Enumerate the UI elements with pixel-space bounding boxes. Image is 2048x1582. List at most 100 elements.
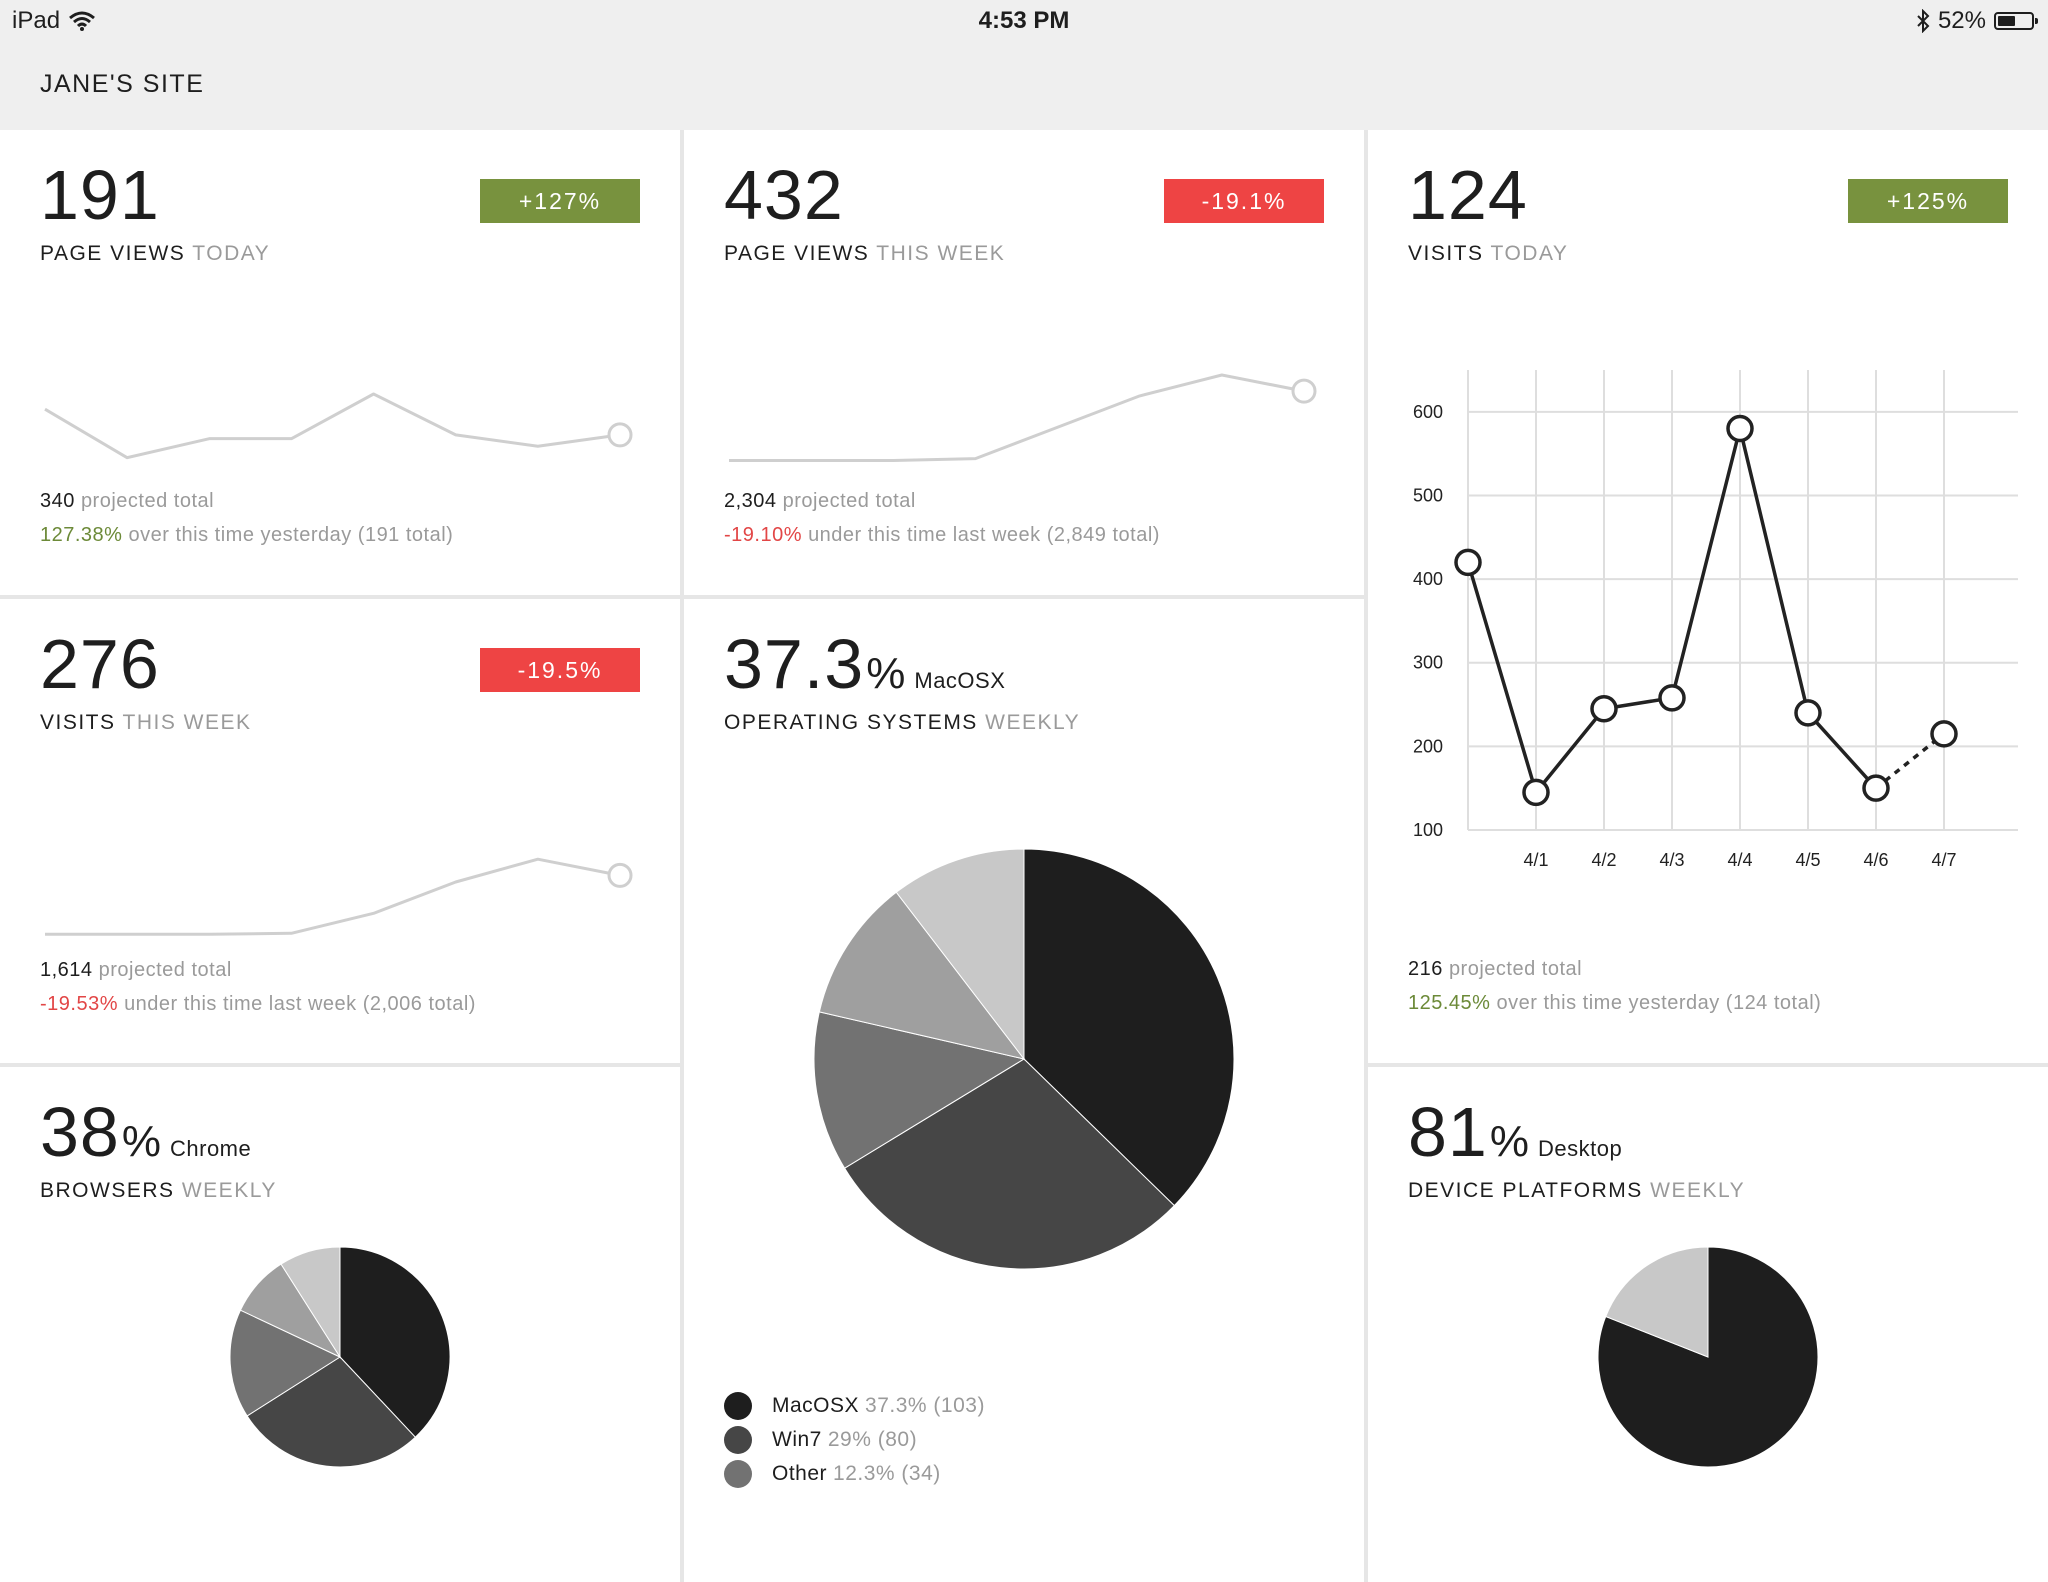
metric-name: VISITS bbox=[1408, 242, 1484, 265]
legend-name: Win7 bbox=[772, 1428, 822, 1451]
comparison-text: over this time yesterday (124 total) bbox=[1496, 992, 1822, 1014]
metric-value: 191 bbox=[40, 156, 160, 234]
sparkline-end-point bbox=[1291, 378, 1317, 404]
projected-value: 2,304 bbox=[724, 490, 777, 512]
card-page-views-today[interactable]: 191 +127% PAGE VIEWS TODAY 340 projected… bbox=[0, 130, 680, 595]
battery-tip bbox=[2035, 18, 2038, 24]
x-tick-label: 4/7 bbox=[1931, 850, 1956, 870]
device-pie-chart bbox=[1597, 1246, 1819, 1468]
metric-label: BROWSERS WEEKLY bbox=[40, 1179, 277, 1203]
projected-total: 1,614 projected total bbox=[40, 959, 232, 982]
legend-dot bbox=[724, 1392, 752, 1420]
comparison-value: -19.10% bbox=[724, 524, 802, 546]
os-legend: MacOSX 37.3% (103) Win7 29% (80) Other 1… bbox=[724, 1389, 985, 1491]
metric-period: TODAY bbox=[1490, 242, 1569, 265]
metric-value: 124 bbox=[1408, 156, 1528, 234]
metric-number: 81 bbox=[1408, 1093, 1488, 1171]
legend-detail: 37.3% (103) bbox=[865, 1394, 985, 1417]
metric-name: OPERATING SYSTEMS bbox=[724, 711, 978, 734]
sparkline-line bbox=[45, 857, 621, 936]
percent-sign: % bbox=[1489, 1117, 1530, 1166]
legend-item: MacOSX 37.3% (103) bbox=[724, 1389, 985, 1423]
percent-sign: % bbox=[121, 1117, 162, 1166]
comparison: -19.10% under this time last week (2,849… bbox=[724, 524, 1160, 547]
comparison: 125.45% over this time yesterday (124 to… bbox=[1408, 992, 1821, 1015]
metric-value: 432 bbox=[724, 156, 844, 234]
change-badge: +127% bbox=[480, 179, 640, 223]
legend-name: Other bbox=[772, 1462, 828, 1485]
metric-label: VISITS TODAY bbox=[1408, 242, 1568, 266]
metric-label: VISITS THIS WEEK bbox=[40, 711, 252, 735]
comparison-value: 127.38% bbox=[40, 524, 123, 546]
percent-sign: % bbox=[866, 649, 907, 698]
x-tick-label: 4/4 bbox=[1727, 850, 1752, 870]
metric-label: DEVICE PLATFORMS WEEKLY bbox=[1408, 1179, 1745, 1203]
change-badge: -19.5% bbox=[480, 648, 640, 692]
legend-dot bbox=[724, 1460, 752, 1488]
status-right: 52% bbox=[1916, 7, 2038, 35]
battery-icon bbox=[1994, 12, 2038, 30]
sparkline-line bbox=[729, 373, 1305, 462]
metric-label: PAGE VIEWS THIS WEEK bbox=[724, 242, 1005, 266]
status-bar: iPad 4:53 PM 52% bbox=[0, 0, 2048, 42]
data-point bbox=[1454, 548, 1482, 577]
metric-name: BROWSERS bbox=[40, 1179, 175, 1202]
battery-percent: 52% bbox=[1937, 7, 1986, 34]
y-tick-label: 400 bbox=[1413, 569, 1443, 589]
card-page-views-week[interactable]: 432 -19.1% PAGE VIEWS THIS WEEK 2,304 pr… bbox=[684, 130, 1364, 595]
legend-item: Win7 29% (80) bbox=[724, 1423, 985, 1457]
metric-period: WEEKLY bbox=[985, 711, 1081, 734]
metric-label: OPERATING SYSTEMS WEEKLY bbox=[724, 711, 1080, 735]
x-tick-label: 4/5 bbox=[1795, 850, 1820, 870]
battery-level bbox=[1998, 16, 2015, 26]
data-point bbox=[1726, 414, 1754, 443]
card-operating-systems[interactable]: 37.3% MacOSX OPERATING SYSTEMS WEEKLY Mac… bbox=[684, 599, 1364, 1582]
leader-name: Desktop bbox=[1538, 1136, 1623, 1161]
projected-total: 2,304 projected total bbox=[724, 490, 916, 513]
sparkline-line bbox=[44, 392, 621, 460]
leader-name: MacOSX bbox=[914, 668, 1006, 693]
projected-text: projected total bbox=[80, 490, 215, 512]
data-point bbox=[1862, 774, 1890, 802]
projected-total: 216 projected total bbox=[1408, 958, 1582, 981]
change-badge: -19.1% bbox=[1164, 179, 1324, 223]
data-point bbox=[1794, 699, 1822, 727]
card-device-platforms[interactable]: 81% Desktop DEVICE PLATFORMS WEEKLY bbox=[1368, 1067, 2048, 1582]
x-tick-label: 4/6 bbox=[1863, 850, 1888, 870]
metric-number: 37.3 bbox=[724, 625, 865, 703]
y-tick-label: 500 bbox=[1413, 485, 1443, 505]
metric-period: WEEKLY bbox=[1650, 1179, 1746, 1202]
metric-name: PAGE VIEWS bbox=[724, 242, 870, 265]
metric-name: PAGE VIEWS bbox=[40, 242, 186, 265]
data-point bbox=[1930, 720, 1958, 748]
metric-value: 37.3% MacOSX bbox=[724, 629, 1005, 699]
metric-period: TODAY bbox=[192, 242, 271, 265]
legend-dot bbox=[724, 1426, 752, 1454]
card-visits-today[interactable]: 124 +125% VISITS TODAY 100 200 300 400 500 60… bbox=[1368, 130, 2048, 1063]
visits-line-chart: 100 200 300 400 500 600 4/1 4/2 4/3 4/4 4/5 4/6 4/7 bbox=[1413, 370, 2018, 870]
metric-value: 276 bbox=[40, 625, 160, 703]
site-title: JANE'S SITE bbox=[40, 70, 205, 98]
metric-period: THIS WEEK bbox=[122, 711, 252, 734]
metric-name: DEVICE PLATFORMS bbox=[1408, 1179, 1643, 1202]
metric-name: VISITS bbox=[40, 711, 116, 734]
data-point bbox=[1522, 778, 1550, 807]
x-tick-label: 4/2 bbox=[1591, 850, 1616, 870]
projected-text: projected total bbox=[98, 959, 232, 981]
legend-detail: 29% (80) bbox=[827, 1428, 918, 1451]
projected-text: projected total bbox=[782, 490, 916, 512]
metric-number: 38 bbox=[40, 1093, 120, 1171]
leader-name: Chrome bbox=[170, 1136, 252, 1161]
browser-pie-chart bbox=[229, 1246, 451, 1468]
card-visits-week[interactable]: 276 -19.5% VISITS THIS WEEK 1,614 projec… bbox=[0, 599, 680, 1063]
comparison: -19.53% under this time last week (2,006… bbox=[40, 993, 476, 1016]
legend-item: Other 12.3% (34) bbox=[724, 1457, 985, 1491]
comparison-text: over this time yesterday (191 total) bbox=[128, 524, 454, 546]
projected-text: projected total bbox=[1448, 958, 1583, 980]
card-browsers[interactable]: 38% Chrome BROWSERS WEEKLY bbox=[0, 1067, 680, 1582]
nav-bar: JANE'S SITE bbox=[0, 42, 2048, 130]
comparison-value: -19.53% bbox=[40, 993, 118, 1015]
projected-total: 340 projected total bbox=[40, 490, 214, 513]
projected-value: 1,614 bbox=[40, 959, 93, 981]
bluetooth-icon bbox=[1917, 9, 1930, 33]
